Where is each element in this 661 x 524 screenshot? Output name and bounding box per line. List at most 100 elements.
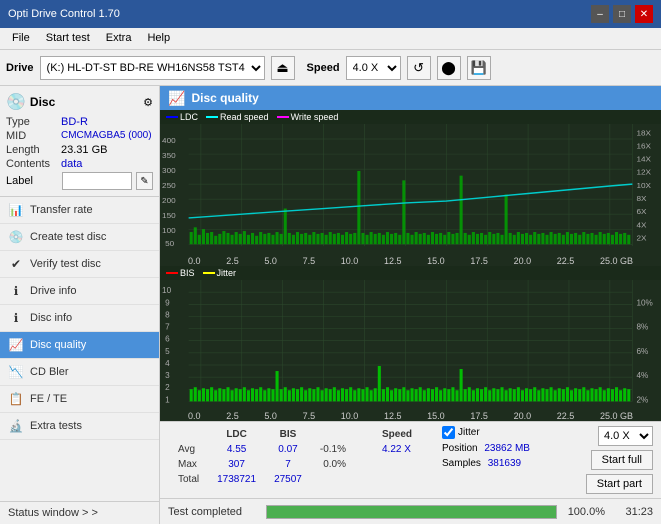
svg-text:100: 100 bbox=[162, 226, 176, 235]
nav-fe-te[interactable]: 📋 FE / TE bbox=[0, 386, 159, 413]
start-part-button[interactable]: Start part bbox=[586, 474, 653, 494]
svg-text:250: 250 bbox=[162, 181, 176, 190]
menu-extra[interactable]: Extra bbox=[98, 30, 140, 47]
eject-button[interactable]: ⏏ bbox=[271, 56, 295, 80]
speed-select-inline[interactable]: 4.0 X bbox=[598, 426, 653, 446]
content-header: 📈 Disc quality bbox=[160, 86, 661, 110]
label-edit-button[interactable]: ✎ bbox=[136, 172, 153, 190]
nav-extra-tests[interactable]: 🔬 Extra tests bbox=[0, 413, 159, 440]
label-field-label: Label bbox=[6, 175, 58, 187]
jitter-speed-section: Jitter Position 23862 MB Samples 381639 bbox=[442, 426, 530, 469]
nav-cd-bler[interactable]: 📉 CD Bler bbox=[0, 359, 159, 386]
menubar: File Start test Extra Help bbox=[0, 28, 661, 50]
chart2-wrapper: BIS Jitter bbox=[160, 266, 661, 422]
speed-select[interactable]: 4.0 X bbox=[346, 56, 401, 80]
svg-text:4X: 4X bbox=[636, 221, 647, 230]
nav-label-create-test-disc: Create test disc bbox=[30, 231, 106, 243]
nav-label-transfer-rate: Transfer rate bbox=[30, 204, 93, 216]
svg-text:9: 9 bbox=[165, 298, 170, 307]
contents-value: data bbox=[61, 158, 82, 170]
status-window-button[interactable]: Status window > > bbox=[0, 501, 159, 524]
nav-create-test-disc[interactable]: 💿 Create test disc bbox=[0, 224, 159, 251]
ldc-col-header: LDC bbox=[209, 428, 264, 441]
length-value: 23.31 GB bbox=[61, 144, 107, 156]
svg-text:150: 150 bbox=[162, 211, 176, 220]
erase-button[interactable]: ⬤ bbox=[437, 56, 461, 80]
position-label: Position bbox=[442, 443, 478, 454]
nav-disc-quality[interactable]: 📈 Disc quality bbox=[0, 332, 159, 359]
nav-disc-info[interactable]: ℹ Disc info bbox=[0, 305, 159, 332]
verify-test-disc-icon: ✔ bbox=[8, 256, 24, 272]
svg-text:18X: 18X bbox=[636, 129, 651, 138]
refresh-button[interactable]: ↺ bbox=[407, 56, 431, 80]
svg-text:50: 50 bbox=[165, 239, 175, 248]
type-value: BD-R bbox=[61, 116, 88, 128]
total-ldc: 1738721 bbox=[209, 473, 264, 486]
progress-percent: 100.0% bbox=[565, 506, 605, 518]
svg-text:16X: 16X bbox=[636, 142, 651, 151]
svg-text:8%: 8% bbox=[636, 322, 648, 331]
nav-label-disc-info: Disc info bbox=[30, 312, 72, 324]
nav-label-disc-quality: Disc quality bbox=[30, 339, 86, 351]
chart1-x-axis: 0.0 2.5 5.0 7.5 10.0 12.5 15.0 17.5 20.0… bbox=[160, 256, 661, 266]
titlebar: Opti Drive Control 1.70 – □ ✕ bbox=[0, 0, 661, 28]
speed-col-header: Speed bbox=[374, 428, 420, 441]
menu-file[interactable]: File bbox=[4, 30, 38, 47]
extra-tests-icon: 🔬 bbox=[8, 418, 24, 434]
nav-label-extra-tests: Extra tests bbox=[30, 420, 82, 432]
svg-text:6X: 6X bbox=[636, 207, 647, 216]
speed-value: 4.22 X bbox=[374, 443, 420, 456]
svg-text:2X: 2X bbox=[636, 234, 647, 243]
bis-legend-line bbox=[166, 272, 178, 274]
ldc-legend-line bbox=[166, 116, 178, 118]
contents-label: Contents bbox=[6, 158, 61, 170]
label-input[interactable] bbox=[62, 172, 132, 190]
menu-start-test[interactable]: Start test bbox=[38, 30, 98, 47]
minimize-button[interactable]: – bbox=[591, 5, 609, 23]
nav-label-cd-bler: CD Bler bbox=[30, 366, 69, 378]
fe-te-icon: 📋 bbox=[8, 391, 24, 407]
svg-text:12X: 12X bbox=[636, 168, 651, 177]
start-full-button[interactable]: Start full bbox=[591, 450, 653, 470]
jitter-label: Jitter bbox=[458, 427, 480, 438]
status-window-label: Status window > > bbox=[8, 507, 98, 519]
chart1-svg: 400 350 300 250 200 150 100 50 18X 16X 1… bbox=[160, 124, 661, 256]
sidebar: 💿 Disc ⚙ Type BD-R MID CMCMAGBA5 (000) L… bbox=[0, 86, 160, 524]
nav-drive-info[interactable]: ℹ Drive info bbox=[0, 278, 159, 305]
menu-help[interactable]: Help bbox=[139, 30, 178, 47]
disc-section-label: Disc bbox=[30, 95, 55, 109]
svg-text:8: 8 bbox=[165, 310, 170, 319]
total-row-label: Total bbox=[170, 473, 207, 486]
position-value: 23862 MB bbox=[484, 443, 530, 454]
svg-text:1: 1 bbox=[165, 395, 170, 404]
stats-table: LDC BIS Speed Avg 4.55 0.07 -0.1% 4.22 X bbox=[168, 426, 422, 488]
bis-col-header: BIS bbox=[266, 428, 310, 441]
svg-text:14X: 14X bbox=[636, 155, 651, 164]
drive-label: Drive bbox=[6, 62, 34, 74]
bis-legend-label: BIS bbox=[180, 268, 195, 278]
svg-text:4: 4 bbox=[165, 359, 170, 368]
drivebar: Drive (K:) HL-DT-ST BD-RE WH16NS58 TST4 … bbox=[0, 50, 661, 86]
disc-settings-icon[interactable]: ⚙ bbox=[143, 96, 153, 109]
main-area: 💿 Disc ⚙ Type BD-R MID CMCMAGBA5 (000) L… bbox=[0, 86, 661, 524]
speed-label: Speed bbox=[307, 62, 340, 74]
avg-jitter: -0.1% bbox=[312, 443, 354, 456]
maximize-button[interactable]: □ bbox=[613, 5, 631, 23]
close-button[interactable]: ✕ bbox=[635, 5, 653, 23]
nav-verify-test-disc[interactable]: ✔ Verify test disc bbox=[0, 251, 159, 278]
svg-text:6%: 6% bbox=[636, 346, 648, 355]
disc-quality-icon: 📈 bbox=[8, 337, 24, 353]
svg-text:8X: 8X bbox=[636, 194, 647, 203]
create-test-disc-icon: 💿 bbox=[8, 229, 24, 245]
svg-text:6: 6 bbox=[165, 334, 170, 343]
jitter-checkbox[interactable] bbox=[442, 426, 455, 439]
svg-text:300: 300 bbox=[162, 166, 176, 175]
nav-transfer-rate[interactable]: 📊 Transfer rate bbox=[0, 197, 159, 224]
app-title: Opti Drive Control 1.70 bbox=[8, 8, 120, 20]
svg-text:3: 3 bbox=[165, 371, 170, 380]
ldc-legend-label: LDC bbox=[180, 112, 198, 122]
save-log-button[interactable]: 💾 bbox=[467, 56, 491, 80]
drive-select[interactable]: (K:) HL-DT-ST BD-RE WH16NS58 TST4 bbox=[40, 56, 265, 80]
samples-value: 381639 bbox=[488, 458, 521, 469]
max-ldc: 307 bbox=[209, 458, 264, 471]
